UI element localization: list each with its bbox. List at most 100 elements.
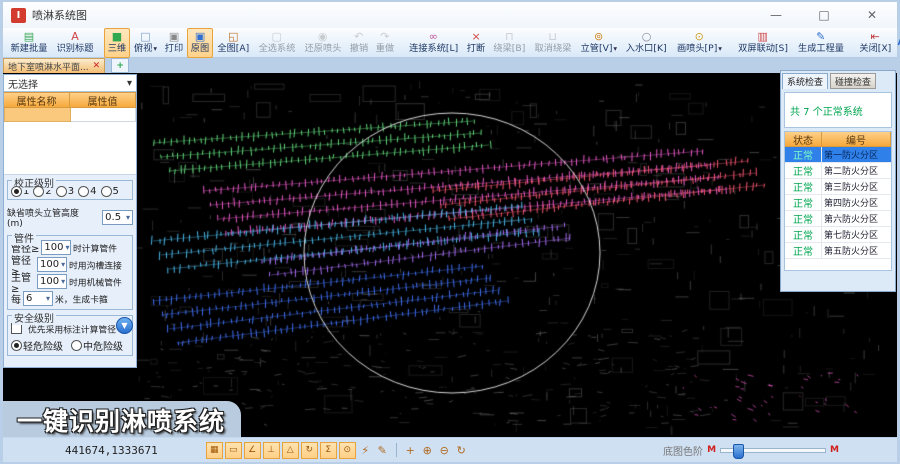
tab-close-icon[interactable]: ✕ <box>93 61 101 71</box>
new-tab-button[interactable]: + <box>111 58 129 73</box>
zoom-in-icon[interactable]: ⊕ <box>420 443 435 458</box>
fitting-value-select[interactable]: 100▾ <box>37 257 67 272</box>
fitting-value-select[interactable]: 100▾ <box>37 274 67 289</box>
slider-min-mark: M <box>707 445 716 455</box>
cube-top-button[interactable]: □俯视▾ <box>130 28 161 58</box>
selection-dropdown[interactable]: 无选择 ▾ <box>4 75 136 92</box>
riser-button[interactable]: ⊚立管[V]▾ <box>576 28 622 58</box>
system-row[interactable]: 正常第六防火分区 <box>785 211 891 227</box>
main-toolbar: ▤新建批量A识别标题■三维□俯视▾▣打印▣原图◱全图[A]▢全选系统◉还原喷头↶… <box>3 28 897 58</box>
status-toggle-icons: ▦▭∠⊥△↻Σ⊙⚡✎+⊕⊖↻ <box>206 442 469 459</box>
system-row[interactable]: 正常第七防火分区 <box>785 227 891 243</box>
maximize-button[interactable]: □ <box>807 5 841 25</box>
system-name: 第二防火分区 <box>822 163 891 178</box>
ortho-toggle-icon[interactable]: ▭ <box>225 442 242 459</box>
hazard-radio-medium[interactable]: 中危险级 <box>71 338 123 353</box>
generate-quantity-button[interactable]: ✎生成工程量 <box>793 28 849 58</box>
toolbar-button-label: 双屏联动[S] <box>738 43 788 54</box>
water-inlet-icon: ○ <box>642 30 652 43</box>
radio-icon <box>56 186 67 197</box>
system-name: 第六防火分区 <box>822 211 891 226</box>
basemap-color-label: 底图色阶 <box>663 443 703 458</box>
quick-measure-icon[interactable]: ⚡ <box>358 443 373 458</box>
toolbar-button-label: 三维 <box>108 43 126 54</box>
draw-sprinkler-icon: ⊙ <box>695 30 704 43</box>
use-annotation-checkbox-row[interactable]: 优先采用标注计算管径 <box>11 321 129 336</box>
document-tab-row: 地下室喷淋水平面... ✕ + <box>3 58 897 73</box>
fitting-prefix: 每 <box>11 291 21 306</box>
polar-toggle-icon[interactable]: ∠ <box>244 442 261 459</box>
system-row[interactable]: 正常第三防火分区 <box>785 179 891 195</box>
property-table-empty-area <box>4 122 136 175</box>
beam-bypass-icon: ⊓ <box>505 30 514 43</box>
title-bar: I 喷淋系统图 — □ ✕ <box>3 2 897 28</box>
water-inlet-button[interactable]: ○入水口[K] <box>621 28 671 58</box>
dyn-input-toggle-icon[interactable]: ⊙ <box>339 442 356 459</box>
radio-label: 中危险级 <box>83 338 123 353</box>
ucs-toggle-icon[interactable]: ↻ <box>301 442 318 459</box>
connect-system-button[interactable]: ∞连接系统[L] <box>404 28 463 58</box>
original-view-button[interactable]: ▣原图 <box>187 28 213 58</box>
tab-collision-check[interactable]: 碰撞检查 <box>830 73 876 89</box>
fitting-rule-row: 每6▾米，生成卡箍 <box>11 290 129 307</box>
toolbar-button-label: 生成工程量 <box>798 43 844 54</box>
system-row[interactable]: 正常第二防火分区 <box>785 163 891 179</box>
slider-handle[interactable] <box>733 444 744 459</box>
dropdown-arrow-icon[interactable]: ▾ <box>718 44 722 52</box>
dual-screen-button[interactable]: ▥双屏联动[S] <box>733 28 793 58</box>
system-row[interactable]: 正常第五防火分区 <box>785 243 891 259</box>
correction-level-radio-3[interactable]: 3 <box>56 186 74 197</box>
draw-sprinkler-button[interactable]: ⊙画喷头[P]▾ <box>672 28 727 58</box>
fitting-value-select[interactable]: 6▾ <box>23 291 53 306</box>
annotate-icon[interactable]: ✎ <box>375 443 390 458</box>
connect-system-icon: ∞ <box>429 30 438 43</box>
panel-collapse-button[interactable]: ▼ <box>116 317 133 334</box>
redo-icon: ↷ <box>380 30 389 43</box>
correction-level-radio-5[interactable]: 5 <box>101 186 119 197</box>
property-table-row[interactable] <box>4 108 136 122</box>
identify-title-icon: A <box>71 30 79 43</box>
dropdown-arrow-icon[interactable]: ▾ <box>153 44 157 52</box>
dropdown-arrow-icon[interactable]: ▾ <box>613 44 617 52</box>
tab-system-check[interactable]: 系统检查 <box>782 73 828 89</box>
printer-button[interactable]: ▣打印 <box>161 28 187 58</box>
identify-title-button[interactable]: A识别标题 <box>52 28 98 58</box>
document-tab[interactable]: 地下室喷淋水平面... ✕ <box>3 58 105 73</box>
watermark-banner: 一键识别淋喷系统 <box>3 401 241 438</box>
radio-icon <box>11 340 22 351</box>
zoom-out-icon[interactable]: ⊖ <box>437 443 452 458</box>
orbit-icon[interactable]: ↻ <box>454 443 469 458</box>
toolbar-button-label: 取消绕梁 <box>534 43 571 54</box>
osnap-toggle-icon[interactable]: ⊥ <box>263 442 280 459</box>
radio-label: 5 <box>113 186 119 197</box>
drawing-canvas[interactable] <box>3 73 897 437</box>
minimize-button[interactable]: — <box>759 5 793 25</box>
property-name-header: 属性名称 <box>4 92 70 108</box>
cube-3d-button[interactable]: ■三维 <box>104 28 130 58</box>
fitting-value-select[interactable]: 100▾ <box>41 240 71 255</box>
fitting-suffix: 时用机械管件 <box>69 275 122 288</box>
toolbar-button-label: 连接系统[L] <box>409 43 458 54</box>
close-app-button[interactable]: ⇤关闭[X] <box>855 28 896 58</box>
status-bar: 441674,1333671 ▦▭∠⊥△↻Σ⊙⚡✎+⊕⊖↻ 底图色阶 M M <box>3 438 897 462</box>
default-riser-height-label: 缺省喷头立管高度(m) <box>7 205 91 228</box>
selection-dropdown-value: 无选择 <box>8 76 38 91</box>
correction-level-radio-4[interactable]: 4 <box>78 186 96 197</box>
basemap-color-slider[interactable] <box>720 448 826 453</box>
system-row[interactable]: 正常第一防火分区 <box>785 147 891 163</box>
new-doc-button[interactable]: ▤新建批量 <box>6 28 52 58</box>
lineweight-toggle-icon[interactable]: Σ <box>320 442 337 459</box>
cancel-beam-bypass-button: ⊔取消绕梁 <box>530 28 576 58</box>
otrack-toggle-icon[interactable]: △ <box>282 442 299 459</box>
default-riser-height-select[interactable]: 0.5▾ <box>102 210 133 225</box>
hazard-radio-light[interactable]: 轻危险级 <box>11 338 63 353</box>
full-extent-button[interactable]: ◱全图[A] <box>213 28 254 58</box>
window-title: 喷淋系统图 <box>32 7 87 23</box>
pan-icon[interactable]: + <box>403 443 418 458</box>
break-button[interactable]: ×打断 <box>463 28 489 58</box>
system-row[interactable]: 正常第四防火分区 <box>785 195 891 211</box>
grid-toggle-icon[interactable]: ▦ <box>206 442 223 459</box>
close-window-button[interactable]: ✕ <box>855 5 889 25</box>
toolbar-button-label: 打印 <box>165 43 183 54</box>
property-table-header: 属性名称 属性值 <box>4 92 136 108</box>
